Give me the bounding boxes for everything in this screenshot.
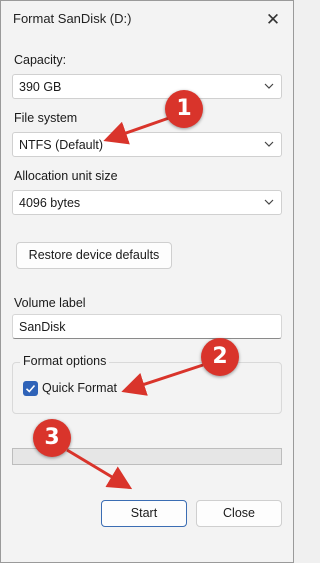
annotation-arrow-3 [66,448,133,490]
format-dialog: Format SanDisk (D:) ✕ Capacity: 390 GB F… [0,0,294,563]
annotation-arrows [66,116,204,490]
annotation-arrow-1 [103,116,170,145]
annotation-badge-1: 1 [165,90,203,128]
annotation-badge-3: 3 [33,419,71,457]
annotation-badge-2: 2 [201,338,239,376]
annotation-arrow-2 [121,363,204,396]
